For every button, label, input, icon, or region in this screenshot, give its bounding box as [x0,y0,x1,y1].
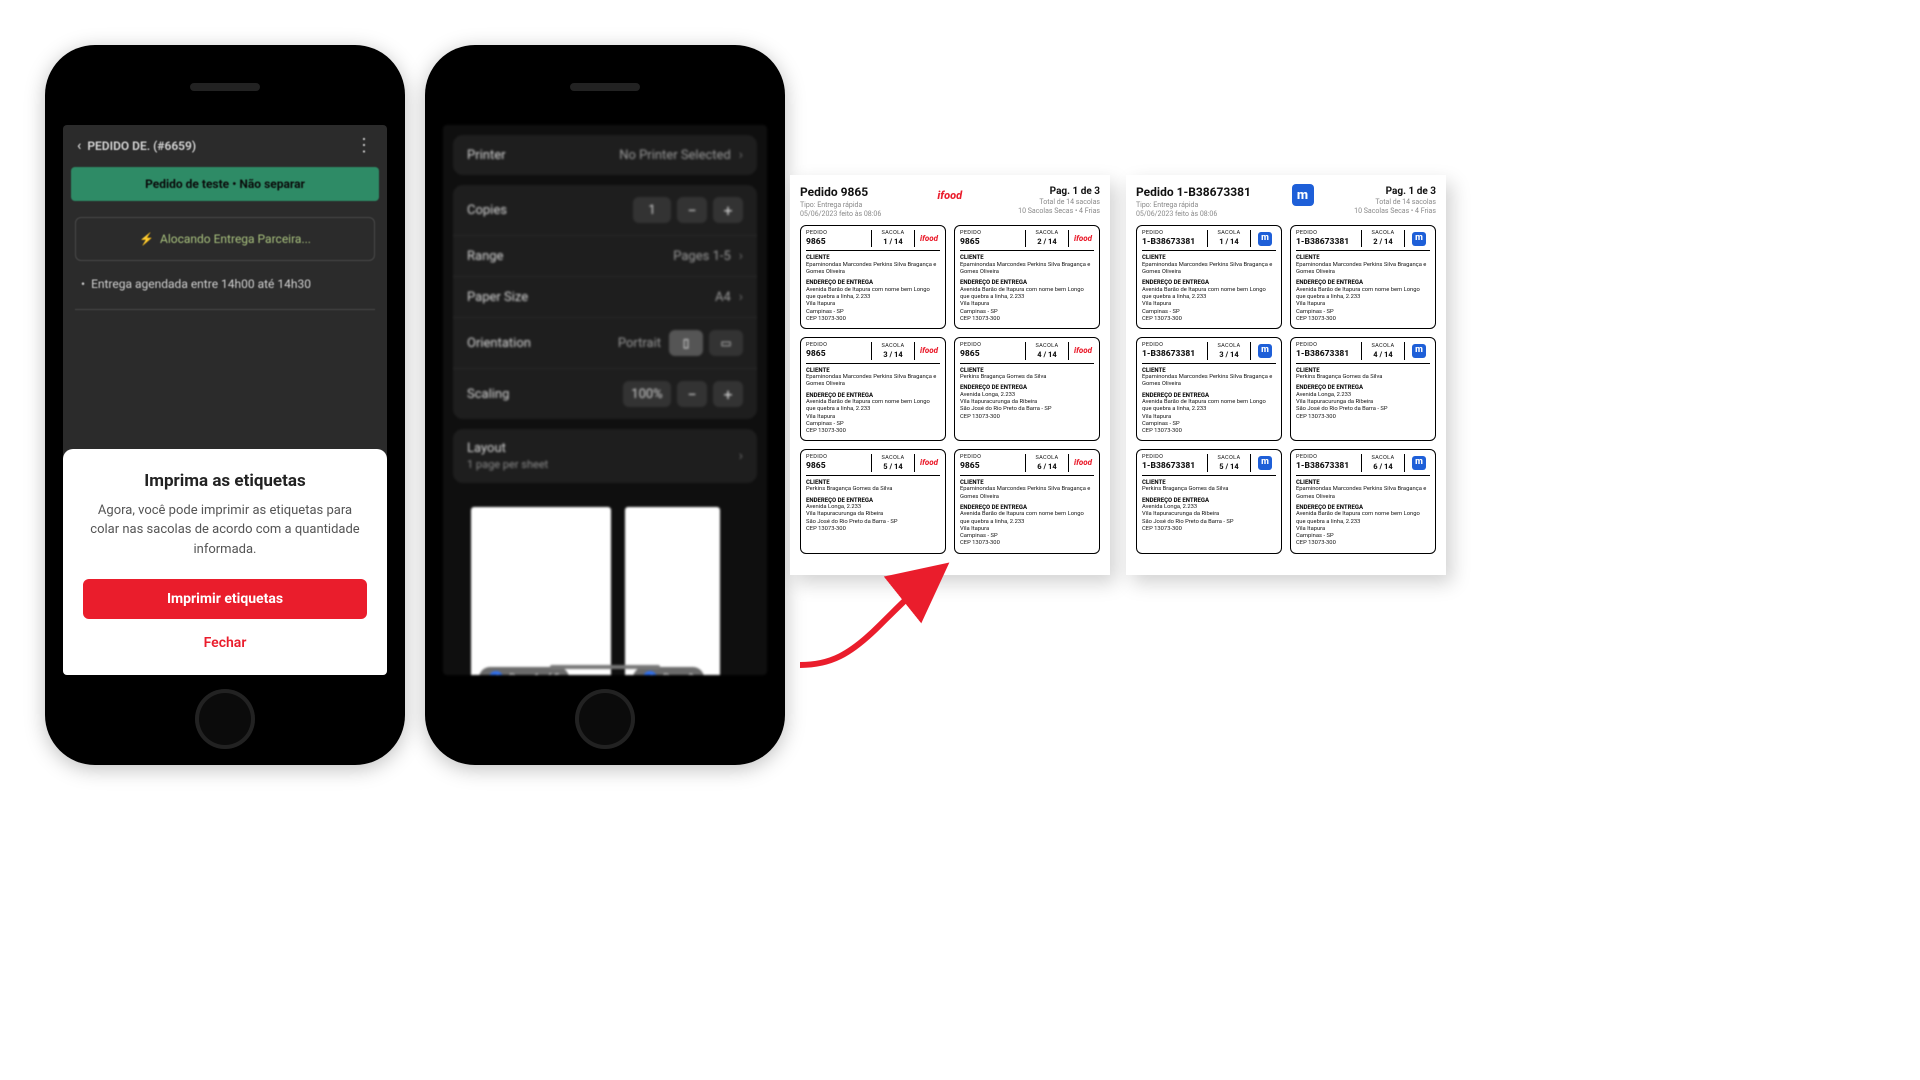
back-button[interactable]: ‹ PEDIDO DE. (#6659) [77,138,196,154]
home-bar[interactable] [550,665,660,669]
thumb2-label: Page 2 [663,673,694,676]
ifood-logo: ifood [1074,234,1092,244]
modal-title: Imprima as etiquetas [83,471,367,491]
ifood-logo: ifood [920,458,938,468]
m-logo: m [1412,344,1426,358]
scaling-minus-button[interactable]: − [677,381,707,407]
copies-minus-button[interactable]: − [677,197,707,223]
close-button[interactable]: Fechar [83,629,367,657]
orientation-value: Portrait [618,336,661,351]
paper-label: Paper Size [467,290,528,305]
phone-order: ‹ PEDIDO DE. (#6659) ⋮ Pedido de teste •… [45,45,405,765]
chevron-left-icon: ‹ [77,138,81,154]
print-modal: Imprima as etiquetas Agora, você pode im… [63,449,387,676]
label-card: PEDIDO9865 SACOLA6 / 14 ifood CLIENTE Ep… [954,449,1100,553]
scaling-label: Scaling [467,387,509,402]
chevron-right-icon: › [739,289,743,305]
copies-label: Copies [467,203,507,218]
phone-speaker [570,83,640,91]
ifood-logo: ifood [1074,458,1092,468]
orientation-label: Orientation [467,336,531,351]
printer-row[interactable]: Printer No Printer Selected › [453,135,757,175]
label-card: PEDIDO1-B38673381 SACOLA3 / 14 m CLIENTE… [1136,337,1282,441]
chevron-right-icon: › [739,147,743,163]
orientation-row: Orientation Portrait ▯ ▭ [453,318,757,369]
page-thumb-2[interactable]: ✓ Page 2 [625,507,720,675]
portrait-toggle[interactable]: ▯ [669,330,703,356]
order-screen: ‹ PEDIDO DE. (#6659) ⋮ Pedido de teste •… [63,125,387,675]
home-button[interactable] [575,689,635,749]
bolt-icon: ⚡ [139,232,154,246]
copies-row: Copies 1 − + [453,185,757,236]
m-logo: m [1258,456,1272,470]
ifood-logo: ifood [920,346,938,356]
print-dialog-screen: Printer No Printer Selected › Copies 1 − … [443,125,767,675]
m-logo: m [1292,184,1314,206]
range-value: Pages 1-5 [673,249,731,264]
allocating-card: ⚡ Alocando Entrega Parceira... [75,217,375,261]
scheduled-text: Entrega agendada entre 14h00 até 14h30 [81,277,369,291]
label-sheets: Pedido 9865Tipo: Entrega rápida05/06/202… [790,175,1446,575]
chevron-right-icon: › [739,248,743,264]
ifood-logo: ifood [1074,346,1092,356]
m-logo: m [1412,456,1426,470]
label-card: PEDIDO9865 SACOLA3 / 14 ifood CLIENTE Ep… [800,337,946,441]
thumb1-label: Page 1 of 5 [509,673,559,676]
m-logo: m [1258,232,1272,246]
label-card: PEDIDO1-B38673381 SACOLA1 / 14 m CLIENTE… [1136,225,1282,329]
header-title: PEDIDO DE. (#6659) [87,139,196,153]
layout-value: 1 page per sheet [467,458,548,471]
label-card: PEDIDO1-B38673381 SACOLA4 / 14 m CLIENTE… [1290,337,1436,441]
more-button[interactable]: ⋮ [355,137,373,155]
scaling-value: 100% [623,381,671,407]
m-logo: m [1412,232,1426,246]
label-card: PEDIDO9865 SACOLA1 / 14 ifood CLIENTE Ep… [800,225,946,329]
print-labels-button[interactable]: Imprimir etiquetas [83,579,367,619]
check-icon: ✓ [643,671,657,675]
copies-value: 1 [633,197,671,223]
page-thumb-1[interactable]: ✓ Page 1 of 5 [471,507,611,675]
test-order-banner: Pedido de teste • Não separar [71,167,379,201]
paper-row[interactable]: Paper Size A4 › [453,277,757,318]
sheet-ifood: Pedido 9865Tipo: Entrega rápida05/06/202… [790,175,1110,575]
sheet-m: Pedido 1-B38673381Tipo: Entrega rápida05… [1126,175,1446,575]
label-card: PEDIDO1-B38673381 SACOLA6 / 14 m CLIENTE… [1290,449,1436,553]
label-card: PEDIDO1-B38673381 SACOLA2 / 14 m CLIENTE… [1290,225,1436,329]
label-card: PEDIDO1-B38673381 SACOLA5 / 14 m CLIENTE… [1136,449,1282,553]
ifood-logo: ifood [934,185,966,205]
layout-row[interactable]: Layout 1 page per sheet › [453,429,757,483]
m-logo: m [1258,344,1272,358]
label-card: PEDIDO9865 SACOLA2 / 14 ifood CLIENTE Ep… [954,225,1100,329]
printer-value: No Printer Selected [619,148,731,163]
range-label: Range [467,249,503,264]
copies-plus-button[interactable]: + [713,197,743,223]
label-card: PEDIDO9865 SACOLA4 / 14 ifood CLIENTE Pe… [954,337,1100,441]
scaling-plus-button[interactable]: + [713,381,743,407]
paper-value: A4 [715,290,731,305]
layout-label: Layout [467,441,548,456]
home-button[interactable] [195,689,255,749]
range-row[interactable]: Range Pages 1-5 › [453,236,757,277]
allocating-text: Alocando Entrega Parceira... [160,232,311,246]
chevron-right-icon: › [739,448,743,464]
phone-print-dialog: Printer No Printer Selected › Copies 1 − … [425,45,785,765]
label-card: PEDIDO9865 SACOLA5 / 14 ifood CLIENTE Pe… [800,449,946,553]
scaling-row: Scaling 100% − + [453,369,757,419]
check-icon: ✓ [489,671,503,675]
landscape-toggle[interactable]: ▭ [709,330,743,356]
ifood-logo: ifood [920,234,938,244]
printer-label: Printer [467,148,506,163]
phone-speaker [190,83,260,91]
modal-body: Agora, você pode imprimir as etiquetas p… [83,501,367,560]
